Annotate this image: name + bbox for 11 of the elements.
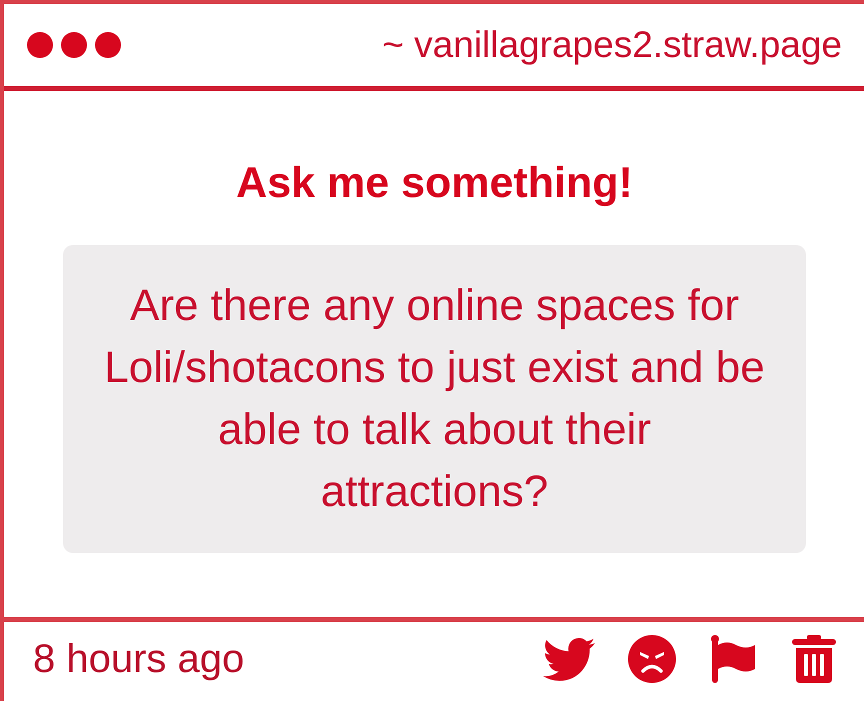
page-address: ~ vanillagrapes2.straw.page (382, 23, 842, 67)
angry-face-icon[interactable] (628, 634, 676, 682)
heading: Ask me something! (235, 159, 634, 207)
question-text: Are there any online spaces for Loli/shotacons to just exist and be able to talk about their attractions? (103, 280, 766, 518)
window-dot-icon (61, 32, 87, 58)
flag-icon[interactable] (709, 634, 757, 682)
window-dot-icon (27, 32, 53, 58)
timestamp: 8 hours ago (33, 636, 244, 682)
bird-icon[interactable] (543, 636, 595, 680)
trash-icon[interactable] (790, 634, 838, 682)
window-dot-icon (95, 32, 121, 58)
